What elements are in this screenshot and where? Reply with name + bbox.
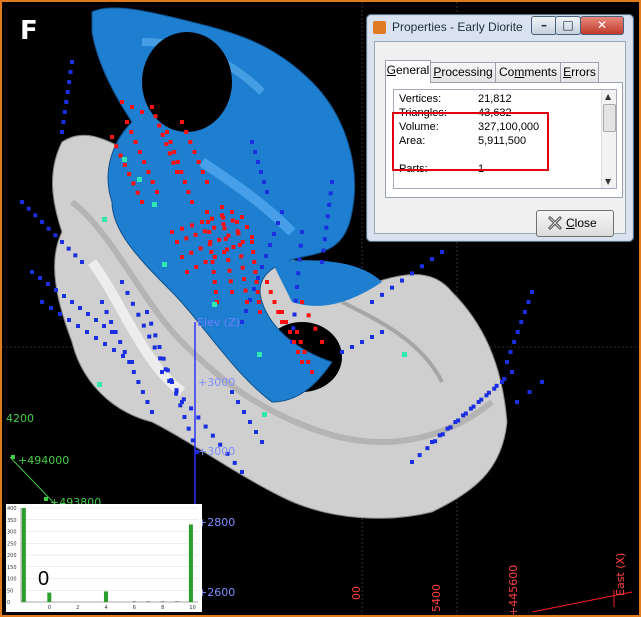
histogram-bar	[47, 592, 52, 602]
histogram-zero-label: 0	[38, 568, 50, 590]
highlight-box	[392, 112, 549, 171]
dialog-title: Properties - Early Diorite	[392, 20, 523, 34]
panel-letter: F	[20, 16, 38, 46]
dialog-client: General Processing Comments Errors Verti…	[374, 41, 626, 237]
grid-marker	[11, 455, 15, 459]
properties-scrollbar[interactable]: ▲ ▼	[601, 90, 616, 188]
surface-hole	[142, 32, 232, 132]
scroll-up-icon[interactable]: ▲	[605, 92, 611, 101]
elev-tick: +3000	[198, 376, 236, 389]
minimize-button[interactable]: –	[531, 16, 557, 35]
histogram-y-tick: 250	[7, 541, 17, 547]
elev-tick: +3000	[198, 445, 236, 458]
histogram-y-tick: 350	[7, 518, 17, 524]
viewport-3d[interactable]: F Elev (Z) +3000 +3000 +2800 +2600 4200 …	[0, 0, 641, 617]
tab-processing[interactable]: Processing	[430, 62, 496, 82]
grid-label: 4200	[6, 412, 34, 425]
app-icon	[373, 21, 386, 34]
histogram-x-tick: 8	[161, 605, 164, 611]
histogram-x-tick: 6	[133, 605, 136, 611]
grid-label: 5400	[430, 584, 443, 612]
histogram-bar	[188, 524, 193, 602]
histogram-bar	[21, 508, 26, 602]
maximize-button[interactable]: □	[555, 16, 581, 35]
histogram-y-tick: 300	[7, 530, 17, 536]
window-close-button[interactable]: ✕	[580, 16, 624, 35]
histogram-x-tick: 10	[189, 605, 195, 611]
histogram-y-tick: 150	[7, 565, 17, 571]
tab-general[interactable]: General	[385, 60, 431, 83]
tab-errors[interactable]: Errors	[560, 62, 599, 82]
close-button-label: Close	[566, 216, 597, 230]
scroll-down-icon[interactable]: ▼	[605, 177, 611, 186]
properties-dialog[interactable]: Properties - Early Diorite – □ ✕ General…	[366, 14, 634, 242]
property-row: Vertices: 21,812	[399, 93, 512, 105]
histogram-baseline-mark	[174, 601, 179, 602]
elev-tick: +2600	[198, 586, 236, 599]
tab-comments[interactable]: Comments	[495, 62, 561, 82]
grid-marker	[44, 497, 48, 501]
grid-label: +445600	[507, 564, 520, 616]
histogram-x-tick: 2	[76, 605, 79, 611]
grid-label: 00	[350, 586, 363, 600]
histogram-y-tick: 0	[7, 600, 10, 606]
histogram-y-tick: 50	[7, 588, 13, 594]
property-label: Vertices:	[399, 93, 442, 105]
close-button[interactable]: Close	[536, 210, 614, 237]
histogram-bar	[103, 591, 108, 602]
east-axis-label: East (X)	[614, 552, 627, 596]
histogram-x-tick: 0	[48, 605, 51, 611]
close-x-icon	[548, 216, 562, 230]
histogram-y-tick: 200	[7, 553, 17, 559]
histogram-baseline-mark	[160, 601, 165, 602]
histogram-x-tick: 4	[104, 605, 107, 611]
histogram-panel: 400 350 300 250 200 150 100 50 0 0 2 4 6 8 10 0	[6, 504, 202, 612]
elev-axis-label: Elev (Z)	[197, 316, 240, 329]
histogram-y-tick: 400	[7, 506, 17, 512]
scroll-thumb[interactable]	[603, 104, 616, 132]
grid-label: +494000	[18, 454, 70, 467]
histogram-baseline-mark	[132, 601, 137, 602]
general-tab-panel: Vertices: 21,812 Triangles: 43,632 Volume:…	[385, 82, 623, 198]
elev-tick: +2800	[198, 516, 236, 529]
histogram-baseline-mark	[146, 601, 151, 602]
property-value: 21,812	[478, 93, 512, 105]
histogram-y-tick: 100	[7, 577, 17, 583]
histogram-chart: 400 350 300 250 200 150 100 50 0 0 2 4 6 8 10	[7, 506, 198, 611]
dialog-titlebar[interactable]: Properties - Early Diorite – □ ✕	[367, 15, 633, 39]
